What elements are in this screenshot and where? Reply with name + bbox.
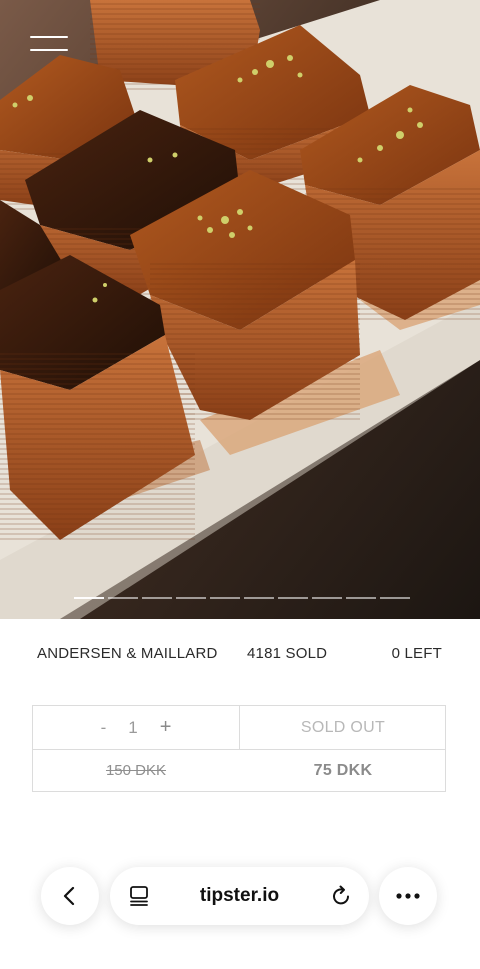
reload-icon[interactable] (329, 884, 353, 908)
decrement-button[interactable]: - (101, 718, 107, 738)
hamburger-menu-icon[interactable] (30, 34, 70, 56)
gallery-pagination (74, 597, 410, 601)
tabs-icon[interactable] (128, 885, 150, 907)
gallery-dot[interactable] (380, 597, 410, 599)
gallery-dot[interactable] (142, 597, 172, 599)
sale-price: 75 DKK (313, 761, 373, 779)
gallery-dot[interactable] (108, 597, 138, 599)
gallery-dot[interactable] (312, 597, 342, 599)
ellipsis-icon (396, 893, 420, 899)
sold-out-button[interactable]: SOLD OUT (240, 706, 446, 749)
chevron-left-icon (63, 886, 75, 906)
gallery-dot[interactable] (176, 597, 206, 599)
url-text[interactable]: tipster.io (170, 867, 309, 925)
sold-count: 4181 SOLD (247, 645, 328, 662)
increment-button[interactable]: + (160, 716, 172, 739)
price-row: 150 DKK 75 DKK (33, 749, 445, 792)
purchase-box: - 1 + SOLD OUT 150 DKK 75 DKK (32, 705, 446, 792)
more-button[interactable] (379, 867, 437, 925)
gallery-dot[interactable] (244, 597, 274, 599)
remaining-count: 0 LEFT (391, 645, 442, 662)
gallery-dot[interactable] (210, 597, 240, 599)
gallery-dot[interactable] (74, 597, 104, 599)
brand-name: ANDERSEN & MAILLARD (37, 645, 218, 662)
quantity-stepper: - 1 + (33, 706, 240, 749)
hero-image[interactable] (0, 0, 480, 619)
gallery-dot[interactable] (278, 597, 308, 599)
address-bar[interactable]: tipster.io (110, 867, 369, 925)
quantity-value: 1 (128, 717, 138, 737)
original-price: 150 DKK (105, 762, 167, 779)
back-button[interactable] (41, 867, 99, 925)
purchase-controls-row: - 1 + SOLD OUT (33, 706, 445, 750)
gallery-dot[interactable] (346, 597, 376, 599)
product-info-row: ANDERSEN & MAILLARD 4181 SOLD 0 LEFT (0, 645, 480, 665)
pastry-photo (0, 0, 480, 619)
